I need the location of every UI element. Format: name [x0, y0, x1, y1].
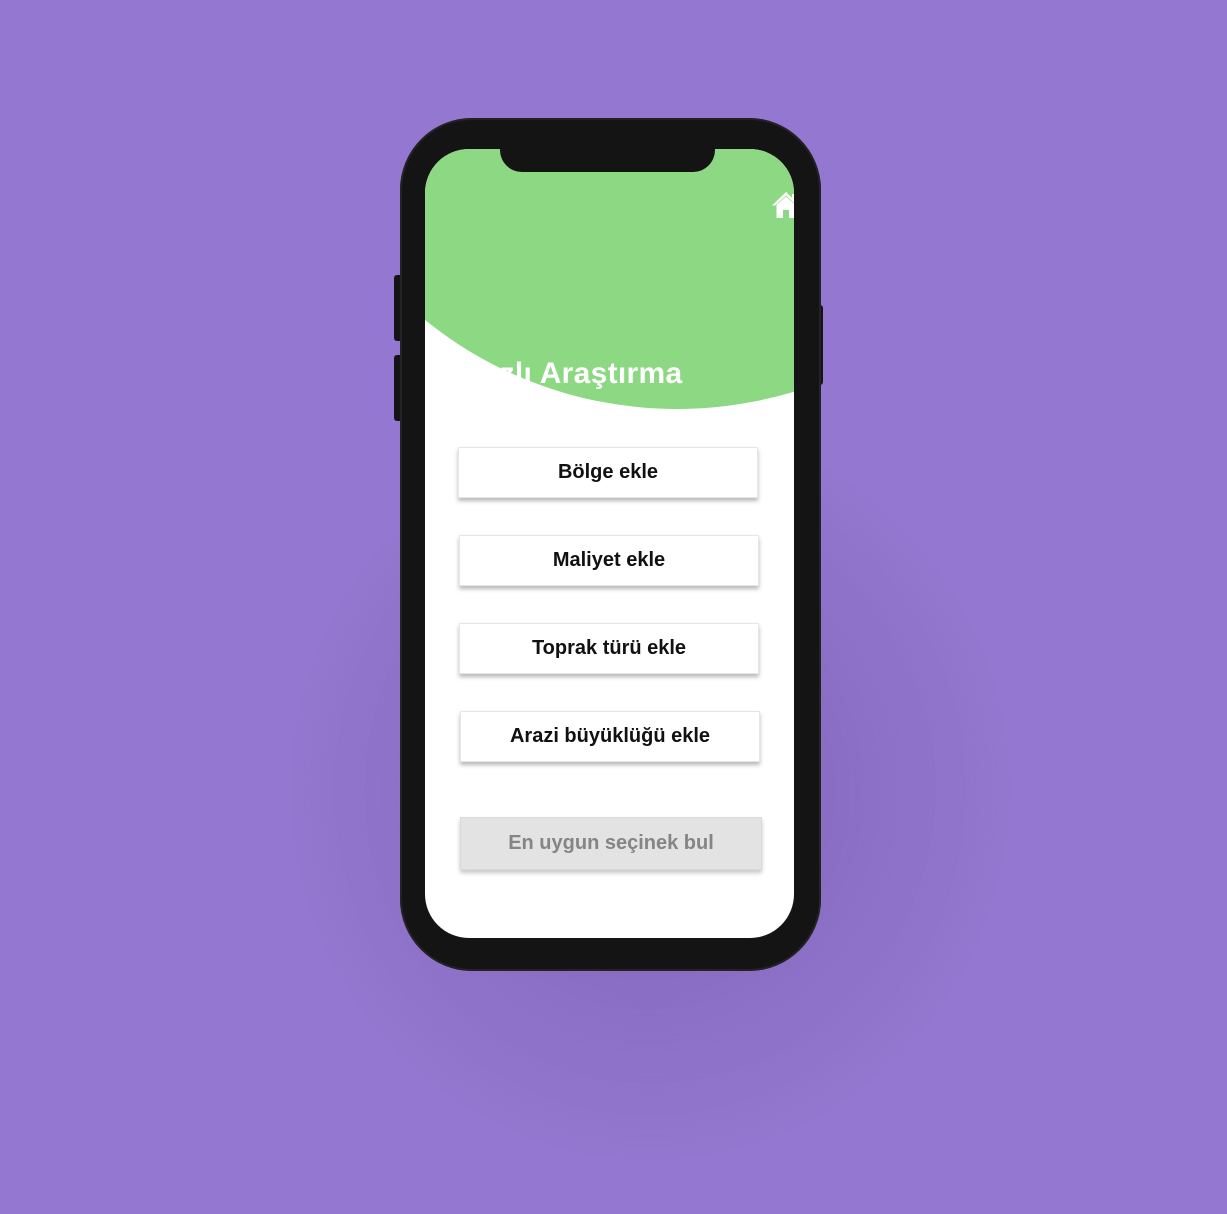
- phone-screen: Hızlı Araştırma Bölge ekle Maliyet ekle …: [425, 149, 794, 938]
- phone-frame: Hızlı Araştırma Bölge ekle Maliyet ekle …: [400, 118, 821, 971]
- add-land-size-button[interactable]: Arazi büyüklüğü ekle: [460, 711, 760, 762]
- scene-background: Hızlı Araştırma Bölge ekle Maliyet ekle …: [0, 0, 1227, 1214]
- find-best-option-button[interactable]: En uygun seçinek bul: [460, 817, 762, 870]
- add-soil-type-button[interactable]: Toprak türü ekle: [459, 623, 759, 674]
- page-title: Hızlı Araştırma: [469, 357, 683, 390]
- add-region-button[interactable]: Bölge ekle: [458, 447, 758, 498]
- phone-notch: [500, 149, 715, 172]
- add-cost-button[interactable]: Maliyet ekle: [459, 535, 759, 586]
- home-icon[interactable]: [770, 189, 794, 221]
